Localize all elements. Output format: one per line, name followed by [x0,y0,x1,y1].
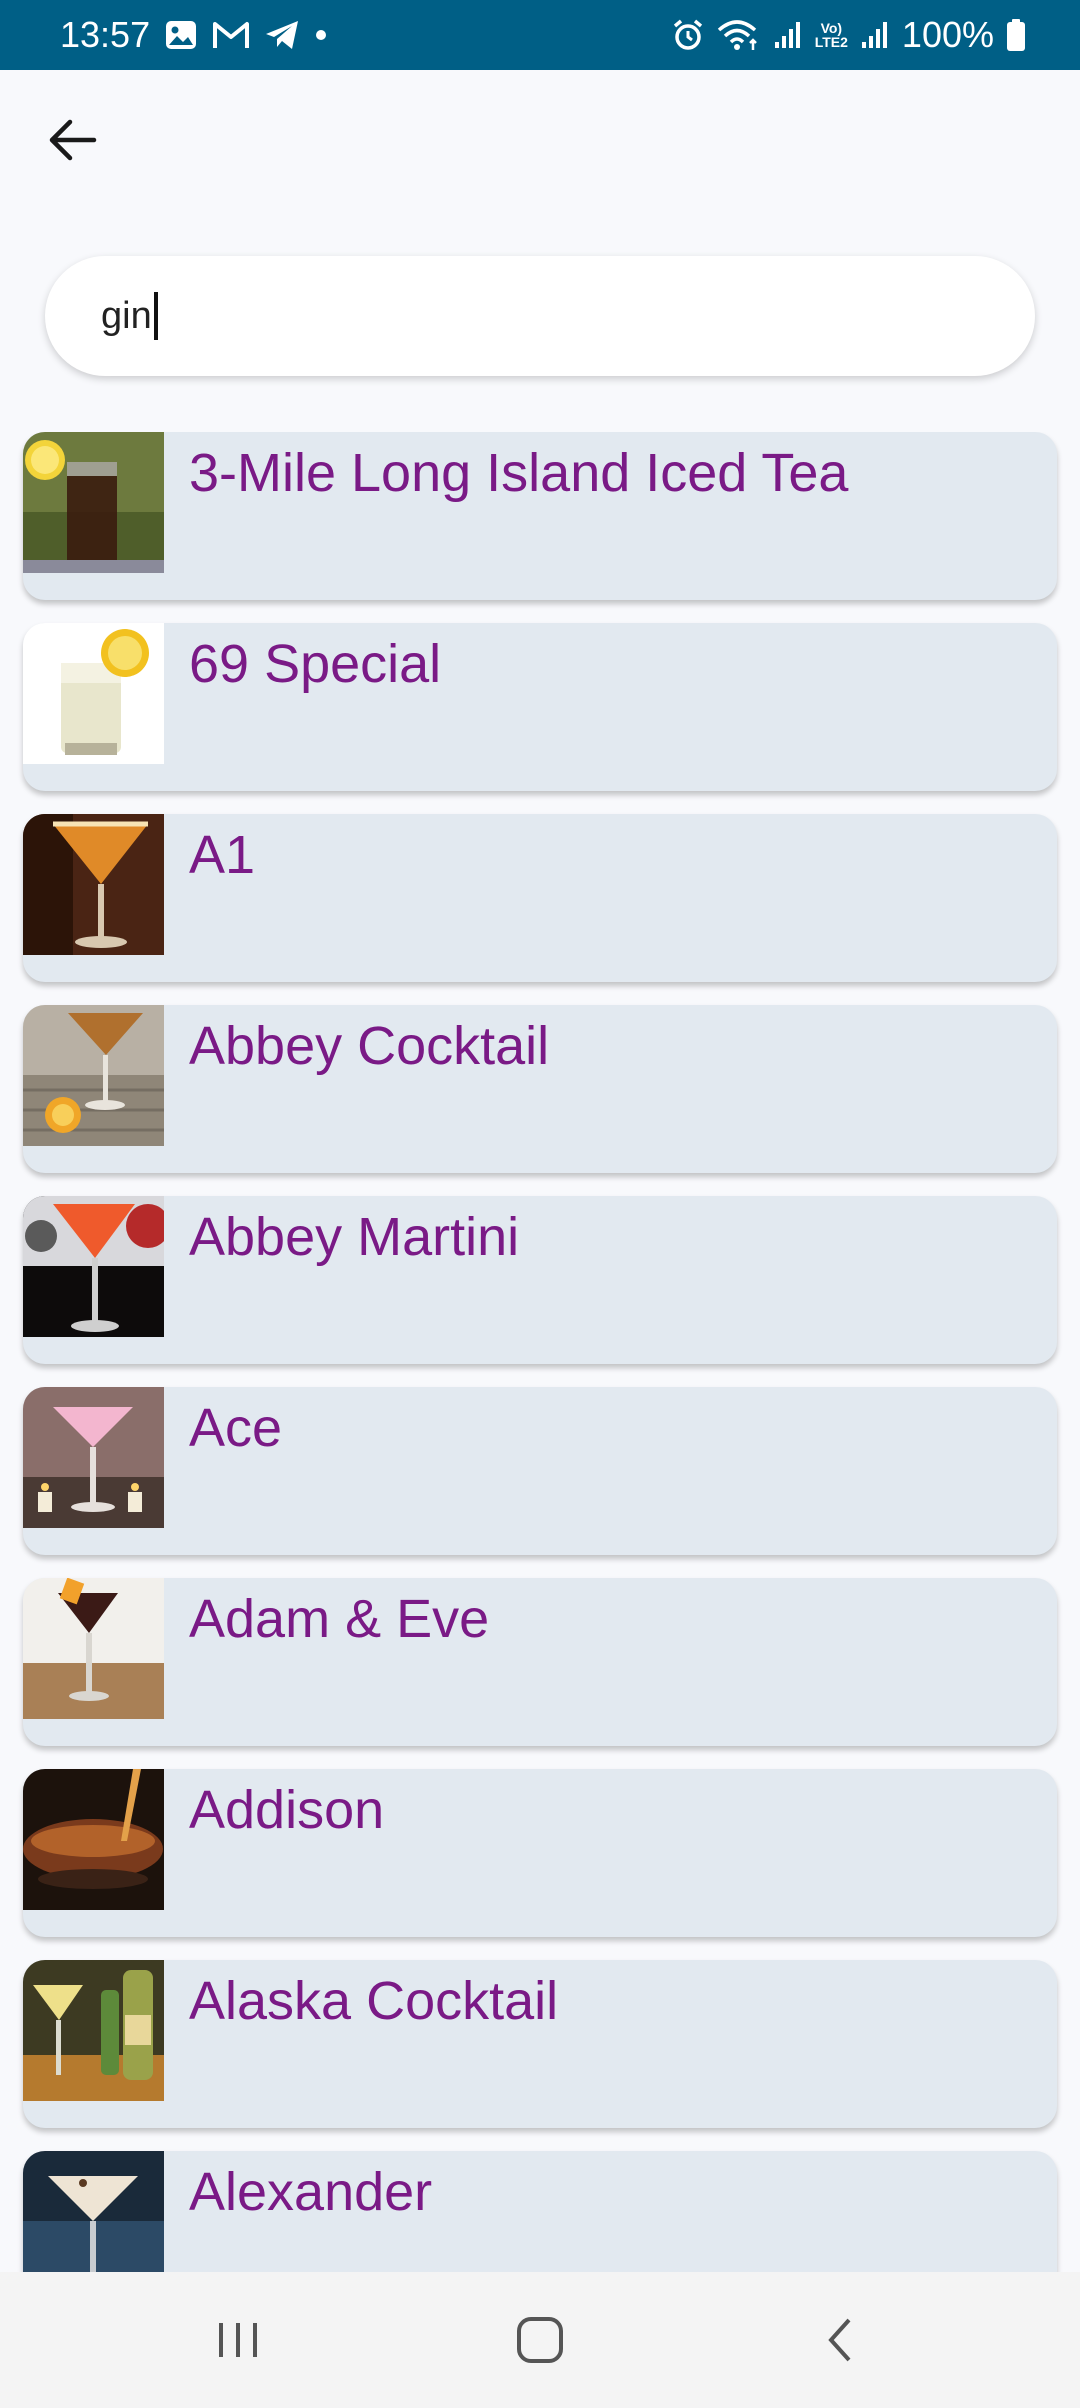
cocktail-name: 3-Mile Long Island Iced Tea [189,443,849,503]
cocktail-name: Alaska Cocktail [189,1971,559,2031]
home-button[interactable] [470,2272,610,2408]
dark-cocktail-thumbnail [23,1578,164,1719]
system-back-button[interactable] [772,2272,912,2408]
home-icon [517,2317,563,2363]
signal-icon-2 [860,20,890,50]
cocktail-wood-thumbnail [23,1005,164,1146]
cocktail-name: Addison [189,1780,385,1840]
list-item[interactable]: Abbey Cocktail [23,1005,1057,1173]
martini-orange-thumbnail [23,814,164,955]
cocktail-name: Adam & Eve [189,1589,490,1649]
telegram-icon [264,19,300,51]
notification-dot-icon [314,28,328,42]
status-time: 13:57 [60,14,151,55]
amber-pour-thumbnail [23,1769,164,1910]
wifi-icon [717,18,761,52]
cocktail-name: Alexander [189,2162,433,2222]
recent-apps-icon [219,2323,257,2357]
list-item[interactable]: Adam & Eve [23,1578,1057,1746]
text-cursor [153,292,158,340]
list-item[interactable]: A1 [23,814,1057,982]
cocktail-name: Abbey Martini [189,1207,520,1267]
search-field[interactable]: gin [45,256,1035,376]
cream-cocktail-thumbnail [23,2151,164,2272]
list-item[interactable]: Ace [23,1387,1057,1555]
list-item[interactable]: Addison [23,1769,1057,1937]
status-bar: 13:57 Vo) LTE2 100% [0,0,1080,70]
list-item[interactable]: Alexander [23,2151,1057,2272]
cocktail-list[interactable]: 3-Mile Long Island Iced Tea 69 Special A… [0,432,1080,2272]
cocktail-name: Abbey Cocktail [189,1016,550,1076]
signal-icon [773,20,803,50]
gmail-icon [212,20,250,50]
gallery-icon [164,18,198,52]
martini-red-thumbnail [23,1196,164,1337]
search-input[interactable]: gin [101,295,152,338]
bottles-thumbnail [23,1960,164,2101]
pink-martini-thumbnail [23,1387,164,1528]
cocktail-name: A1 [189,825,256,885]
system-nav-bar [0,2272,1080,2408]
battery-icon [1006,18,1026,52]
cocktail-name: Ace [189,1398,283,1458]
battery-percent: 100% [901,14,994,55]
volte-icon: Vo) LTE2 [814,20,848,50]
iced-tea-thumbnail [23,432,164,573]
lemon-drink-thumbnail [23,623,164,764]
list-item[interactable]: Alaska Cocktail [23,1960,1057,2128]
list-item[interactable]: Abbey Martini [23,1196,1057,1364]
list-item[interactable]: 69 Special [23,623,1057,791]
recent-apps-button[interactable] [168,2272,308,2408]
cocktail-name: 69 Special [189,634,442,694]
arrow-back-icon [49,119,97,161]
back-button[interactable] [36,104,108,176]
list-item[interactable]: 3-Mile Long Island Iced Tea [23,432,1057,600]
chevron-left-icon [828,2318,851,2362]
alarm-icon [671,18,705,52]
